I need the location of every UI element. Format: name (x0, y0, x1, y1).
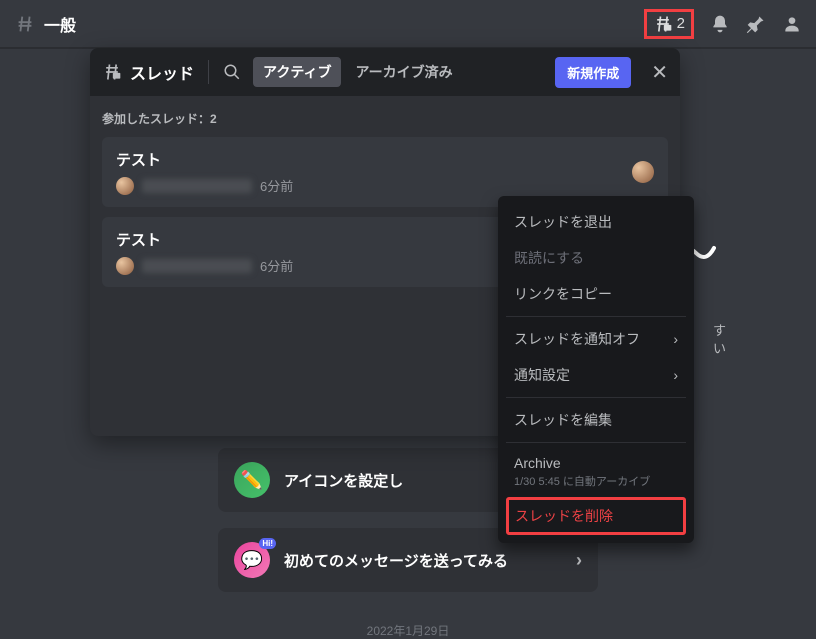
ctx-edit-thread[interactable]: スレッドを編集 (506, 402, 686, 438)
close-button[interactable]: ✕ (651, 60, 668, 85)
threads-icon (102, 62, 122, 82)
thread-name: テスト (116, 149, 654, 170)
ctx-mark-read: 既読にする (506, 240, 686, 276)
thread-timestamp: 6分前 (260, 256, 293, 275)
blurred-username (142, 179, 252, 193)
avatar (632, 161, 654, 183)
chevron-right-icon: › (673, 331, 678, 347)
close-icon: ✕ (651, 60, 668, 85)
blurred-username (142, 259, 252, 273)
threads-count: 2 (677, 15, 685, 32)
threads-tabs: アクティブ アーカイブ済み (253, 57, 463, 87)
notifications-button[interactable] (710, 14, 730, 34)
pencil-icon: ✏️ (234, 462, 270, 498)
divider (506, 397, 686, 398)
divider (506, 442, 686, 443)
divider (506, 316, 686, 317)
members-icon (782, 14, 802, 34)
threads-title-text: スレッド (130, 60, 194, 84)
search-button[interactable] (223, 63, 241, 81)
bg-text-fragment: す (713, 320, 726, 339)
pin-icon (746, 14, 766, 34)
chevron-right-icon: › (673, 367, 678, 383)
tab-archived[interactable]: アーカイブ済み (345, 57, 462, 87)
bell-icon (710, 14, 730, 34)
ctx-copy-link[interactable]: リンクをコピー (506, 276, 686, 312)
ctx-label: スレッドを通知オフ (514, 329, 640, 349)
avatar (116, 177, 134, 195)
tab-active[interactable]: アクティブ (253, 57, 341, 87)
hash-icon (14, 13, 36, 35)
ctx-notification-settings[interactable]: 通知設定 › (506, 357, 686, 393)
ctx-delete-thread[interactable]: スレッドを削除 (506, 497, 686, 535)
pins-button[interactable] (746, 14, 766, 34)
welcome-card-label: アイコンを設定し (284, 470, 403, 491)
ctx-sublabel: 1/30 5:45 に自動アーカイブ (514, 473, 678, 489)
avatar (116, 257, 134, 275)
ctx-mute-thread[interactable]: スレッドを通知オフ › (506, 321, 686, 357)
ctx-archive-thread[interactable]: Archive 1/30 5:45 に自動アーカイブ (506, 447, 686, 497)
ctx-leave-thread[interactable]: スレッドを退出 (506, 204, 686, 240)
ctx-label: 通知設定 (514, 365, 570, 385)
members-button[interactable] (782, 14, 802, 34)
ctx-label: Archive (514, 455, 678, 471)
thread-context-menu: スレッドを退出 既読にする リンクをコピー スレッドを通知オフ › 通知設定 ›… (498, 196, 694, 543)
welcome-card-label: 初めてのメッセージを送ってみる (284, 550, 508, 571)
date-divider: 2022年1月29日 (0, 622, 816, 639)
thread-timestamp: 6分前 (260, 176, 293, 195)
channel-name: 一般 (44, 12, 76, 36)
divider (208, 60, 209, 84)
threads-section-label: 参加したスレッド：2 (102, 110, 668, 127)
thread-meta: 6分前 (116, 176, 654, 195)
threads-icon (653, 14, 673, 34)
create-thread-button[interactable]: 新規作成 (555, 57, 631, 88)
bg-text-fragment: い (713, 338, 726, 357)
threads-panel-title: スレッド (102, 60, 194, 84)
chat-icon: 💬 (234, 542, 270, 578)
chevron-right-icon: › (576, 550, 582, 571)
threads-button[interactable]: 2 (644, 9, 694, 39)
channel-header: 一般 2 (0, 0, 816, 48)
threads-panel-header: スレッド アクティブ アーカイブ済み 新規作成 ✕ (90, 48, 680, 96)
